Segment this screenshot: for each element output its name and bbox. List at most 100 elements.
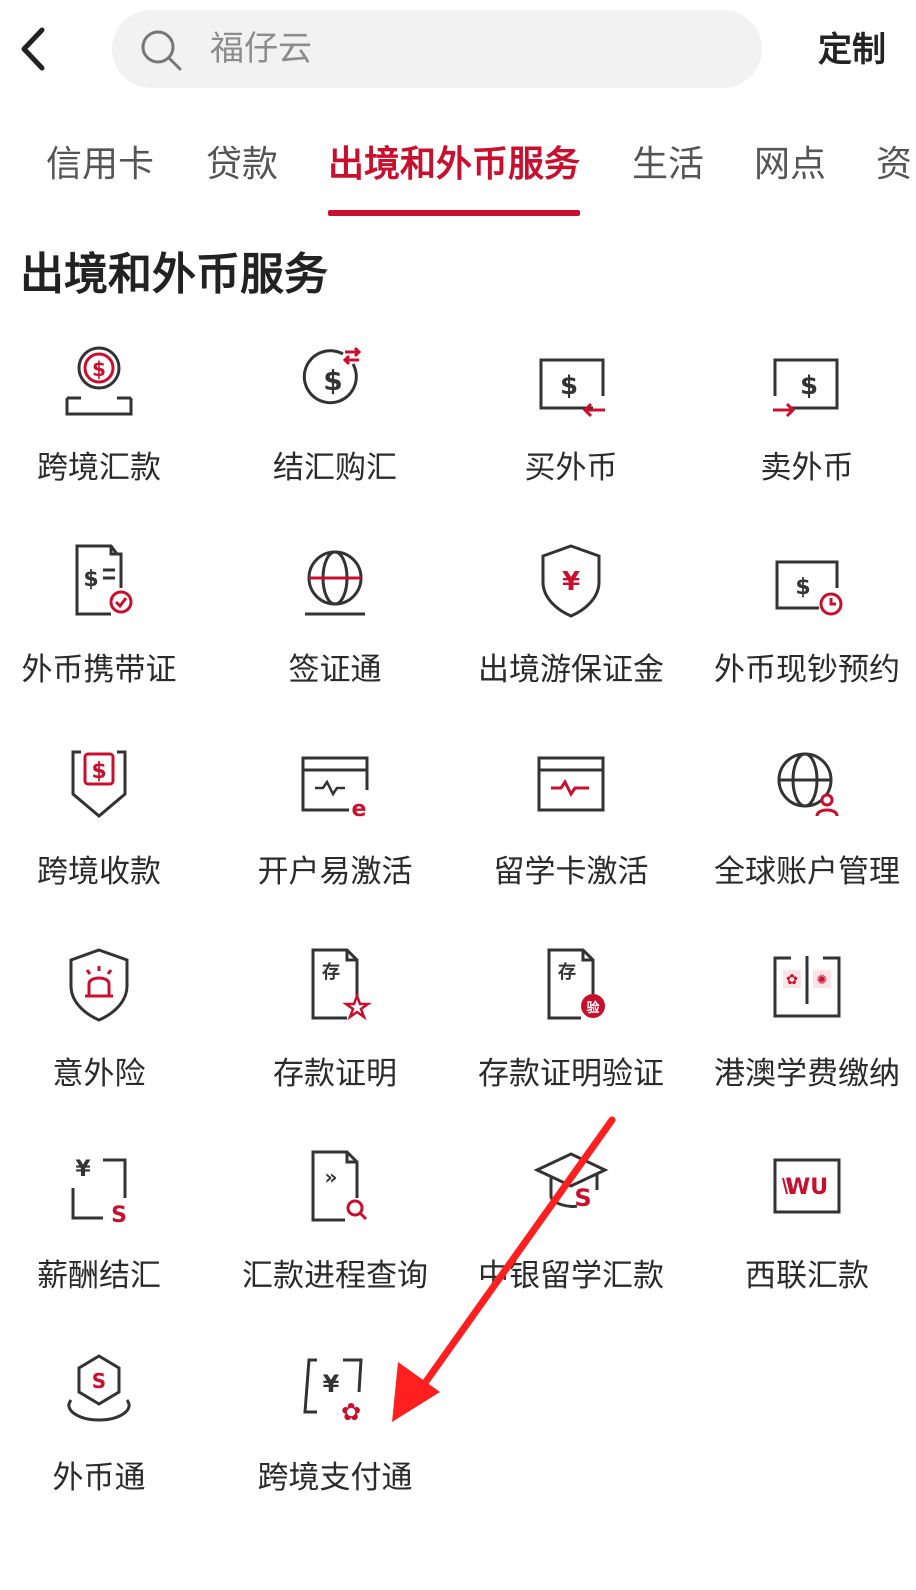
service-label: 存款证明验证 — [478, 1056, 664, 1092]
service-cross-border-receipt[interactable]: $ 跨境收款 — [0, 734, 214, 934]
service-cross-border-payment[interactable]: ¥ ✿ 跨境支付通 — [220, 1340, 450, 1540]
service-visa[interactable]: 签证通 — [220, 532, 450, 732]
service-label: 签证通 — [288, 652, 382, 688]
deposit-certificate-star-icon: 存 — [311, 948, 372, 1021]
search-bar[interactable]: 福仔云 — [112, 10, 762, 88]
currency-certificate-icon: $ — [75, 544, 133, 616]
cross-border-payment-icon: ¥ ✿ — [303, 1358, 363, 1426]
service-salary-exchange[interactable]: ¥ S 薪酬结汇 — [0, 1138, 214, 1338]
chevron-left-icon — [21, 27, 45, 71]
tab-life[interactable]: 生活 — [632, 135, 704, 187]
service-label: 跨境汇款 — [37, 450, 161, 486]
service-label: 买外币 — [524, 450, 618, 486]
svg-text:$: $ — [560, 371, 578, 401]
graduation-cap-icon: S — [533, 1152, 609, 1212]
svg-text:$: $ — [800, 371, 818, 401]
service-foreign-currency-link[interactable]: S 外币通 — [0, 1340, 214, 1540]
service-sell-foreign-currency[interactable]: $ 卖外币 — [692, 330, 916, 530]
service-label: 意外险 — [52, 1056, 146, 1092]
service-cash-reservation[interactable]: $ 外币现钞预约 — [692, 532, 916, 732]
service-buy-foreign-currency[interactable]: $ 买外币 — [456, 330, 686, 530]
svg-text:¥: ¥ — [323, 1370, 340, 1398]
dollar-coin-icon: $ — [65, 346, 133, 416]
currency-exchange-icon: $ — [302, 346, 362, 405]
service-remittance-tracking[interactable]: » 汇款进程查询 — [220, 1138, 450, 1338]
svg-text:$: $ — [92, 357, 106, 381]
deposit-certificate-verify-icon: 存 验 — [547, 948, 605, 1020]
section-title: 出境和外币服务 — [20, 249, 328, 300]
top-bar: 福仔云 定制 — [0, 0, 916, 100]
svg-text:S: S — [574, 1184, 591, 1212]
service-label: 外币通 — [52, 1460, 146, 1496]
svg-text:»: » — [325, 1165, 338, 1189]
buy-foreign-currency-icon: $ — [539, 358, 605, 418]
card-pulse-icon — [537, 756, 605, 812]
sell-foreign-currency-icon: $ — [773, 358, 839, 418]
remittance-search-icon: » — [311, 1150, 368, 1222]
globe-user-icon — [777, 752, 839, 817]
service-accident-insurance[interactable]: 意外险 — [0, 936, 214, 1136]
service-label: 全球账户管理 — [714, 854, 900, 890]
western-union-icon: WU — [773, 1158, 841, 1214]
service-label: 外币携带证 — [21, 652, 177, 688]
service-label: 薪酬结汇 — [37, 1258, 161, 1294]
service-boc-study-remittance[interactable]: S 中银留学汇款 — [456, 1138, 686, 1338]
svg-text:存: 存 — [558, 961, 576, 983]
tab-credit-card[interactable]: 信用卡 — [46, 135, 154, 187]
tab-more-partial[interactable]: 资 — [876, 135, 912, 187]
svg-text:e: e — [352, 797, 367, 822]
service-western-union[interactable]: WU 西联汇款 — [692, 1138, 916, 1338]
svg-text:验: 验 — [586, 1000, 600, 1016]
service-label: 存款证明 — [273, 1056, 397, 1092]
service-label: 留学卡激活 — [493, 854, 649, 890]
service-label: 港澳学费缴纳 — [714, 1056, 900, 1092]
service-label: 卖外币 — [760, 450, 854, 486]
svg-text:$: $ — [91, 759, 106, 784]
svg-text:✺: ✺ — [817, 973, 828, 988]
service-label: 跨境收款 — [37, 854, 161, 890]
service-label: 西联汇款 — [745, 1258, 869, 1294]
active-tab-indicator — [328, 210, 580, 216]
salary-exchange-icon: ¥ S — [71, 1157, 127, 1226]
receive-payment-icon: $ — [71, 750, 127, 818]
service-label: 中银留学汇款 — [478, 1258, 664, 1294]
service-cross-border-remittance[interactable]: $ 跨境汇款 — [0, 330, 214, 530]
svg-text:S: S — [111, 1203, 127, 1226]
svg-text:✿: ✿ — [341, 1398, 361, 1426]
hk-macao-book-icon: ✿ ✺ — [773, 956, 841, 1018]
service-label: 出境游保证金 — [478, 652, 664, 688]
service-hk-macao-tuition[interactable]: ✿ ✺ 港澳学费缴纳 — [692, 936, 916, 1136]
tab-outbound-foreign-currency[interactable]: 出境和外币服务 — [328, 135, 580, 187]
svg-text:$: $ — [323, 364, 342, 397]
service-exchange-settlement[interactable]: $ 结汇购汇 — [220, 330, 450, 530]
service-study-card-activation[interactable]: 留学卡激活 — [456, 734, 686, 934]
category-tabs: 信用卡 贷款 出境和外币服务 生活 网点 资 — [0, 110, 916, 220]
service-global-account[interactable]: 全球账户管理 — [692, 734, 916, 934]
alarm-shield-icon — [69, 948, 129, 1022]
svg-text:✿: ✿ — [786, 972, 798, 988]
service-label: 开户易激活 — [257, 854, 413, 890]
search-icon — [141, 30, 182, 71]
service-travel-deposit[interactable]: ¥ 出境游保证金 — [456, 532, 686, 732]
service-label: 跨境支付通 — [257, 1460, 413, 1496]
service-deposit-certificate[interactable]: 存 存款证明 — [220, 936, 450, 1136]
customize-button[interactable]: 定制 — [818, 0, 886, 100]
search-input[interactable]: 福仔云 — [210, 10, 312, 88]
service-account-activation[interactable]: e 开户易激活 — [220, 734, 450, 934]
svg-text:S: S — [92, 1369, 106, 1393]
service-label: 外币现钞预约 — [714, 652, 900, 688]
service-label: 汇款进程查询 — [242, 1258, 428, 1294]
svg-text:¥: ¥ — [75, 1157, 91, 1182]
yuan-shield-icon: ¥ — [541, 544, 601, 618]
card-e-icon: e — [301, 756, 369, 822]
back-button[interactable] — [14, 24, 54, 74]
svg-text:WU: WU — [786, 1175, 828, 1200]
svg-text:存: 存 — [322, 961, 340, 983]
svg-text:¥: ¥ — [562, 567, 580, 597]
tab-branches[interactable]: 网点 — [754, 135, 826, 187]
tab-loans[interactable]: 贷款 — [206, 135, 278, 187]
service-deposit-certificate-verify[interactable]: 存 验 存款证明验证 — [456, 936, 686, 1136]
service-currency-carry-certificate[interactable]: $ 外币携带证 — [0, 532, 214, 732]
svg-text:$: $ — [83, 567, 98, 592]
globe-visa-icon — [305, 550, 365, 616]
